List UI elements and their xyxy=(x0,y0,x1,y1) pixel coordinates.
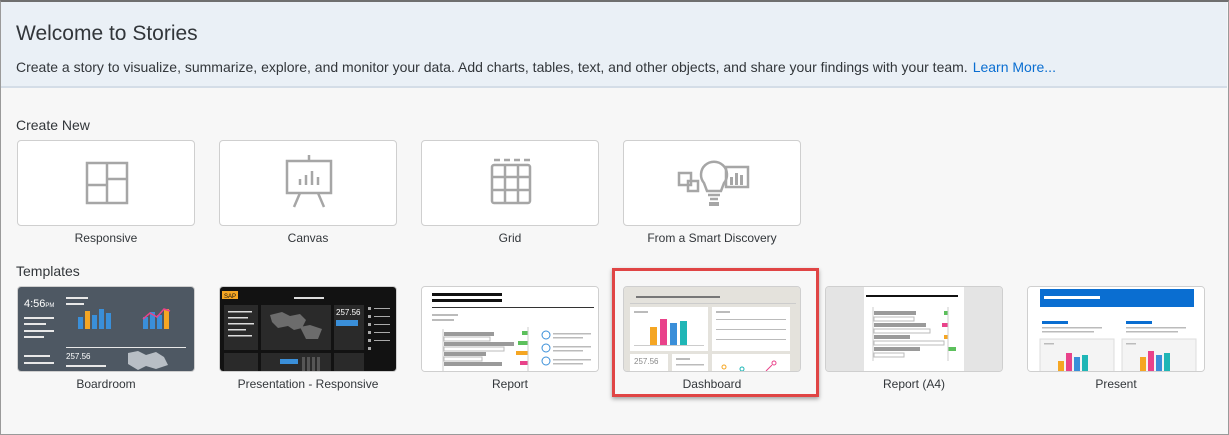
create-responsive-label: Responsive xyxy=(74,231,138,245)
template-report-label: Report xyxy=(491,377,529,391)
responsive-layout-icon xyxy=(85,161,129,205)
presentation-thumbnail: SAP 257.56 xyxy=(220,287,396,371)
page-description: Create a story to visualize, summarize, … xyxy=(16,59,1056,75)
template-report-a4[interactable] xyxy=(825,286,1003,372)
create-responsive-tile[interactable] xyxy=(17,140,195,226)
create-smart-discovery-tile[interactable] xyxy=(623,140,801,226)
templates-label: Templates xyxy=(16,263,80,279)
dashboard-thumbnail: 257.56 xyxy=(624,287,800,371)
svg-text:257.56: 257.56 xyxy=(66,352,91,361)
welcome-header: Welcome to Stories Create a story to vis… xyxy=(1,2,1227,88)
create-new-label: Create New xyxy=(16,117,90,133)
template-dashboard-label: Dashboard xyxy=(682,377,742,391)
create-grid-tile[interactable] xyxy=(421,140,599,226)
create-grid-label: Grid xyxy=(498,231,522,245)
smart-discovery-lightbulb-icon xyxy=(677,160,750,206)
template-boardroom[interactable]: 4:56PM 257.56 xyxy=(17,286,195,372)
template-presentation-responsive[interactable]: SAP 257.56 xyxy=(219,286,397,372)
canvas-easel-icon xyxy=(285,155,333,208)
boardroom-thumbnail: 4:56PM 257.56 xyxy=(18,287,194,371)
template-report-a4-label: Report (A4) xyxy=(882,377,946,391)
create-canvas-tile[interactable] xyxy=(219,140,397,226)
page-title: Welcome to Stories xyxy=(16,22,198,45)
template-boardroom-label: Boardroom xyxy=(76,377,136,391)
learn-more-link[interactable]: Learn More... xyxy=(973,59,1056,75)
report-a4-thumbnail xyxy=(826,287,1002,371)
template-present[interactable] xyxy=(1027,286,1205,372)
report-thumbnail xyxy=(422,287,598,371)
description-text: Create a story to visualize, summarize, … xyxy=(16,59,968,75)
present-thumbnail xyxy=(1028,287,1204,371)
create-canvas-label: Canvas xyxy=(287,231,329,245)
svg-text:257.56: 257.56 xyxy=(336,308,361,317)
grid-table-icon xyxy=(490,158,532,205)
template-present-label: Present xyxy=(1095,377,1137,391)
template-dashboard[interactable]: 257.56 xyxy=(623,286,801,372)
template-report[interactable] xyxy=(421,286,599,372)
svg-text:SAP: SAP xyxy=(224,294,236,300)
template-presentation-responsive-label: Presentation - Responsive xyxy=(237,377,379,391)
svg-text:257.56: 257.56 xyxy=(634,357,659,366)
create-smart-discovery-label: From a Smart Discovery xyxy=(647,231,777,245)
